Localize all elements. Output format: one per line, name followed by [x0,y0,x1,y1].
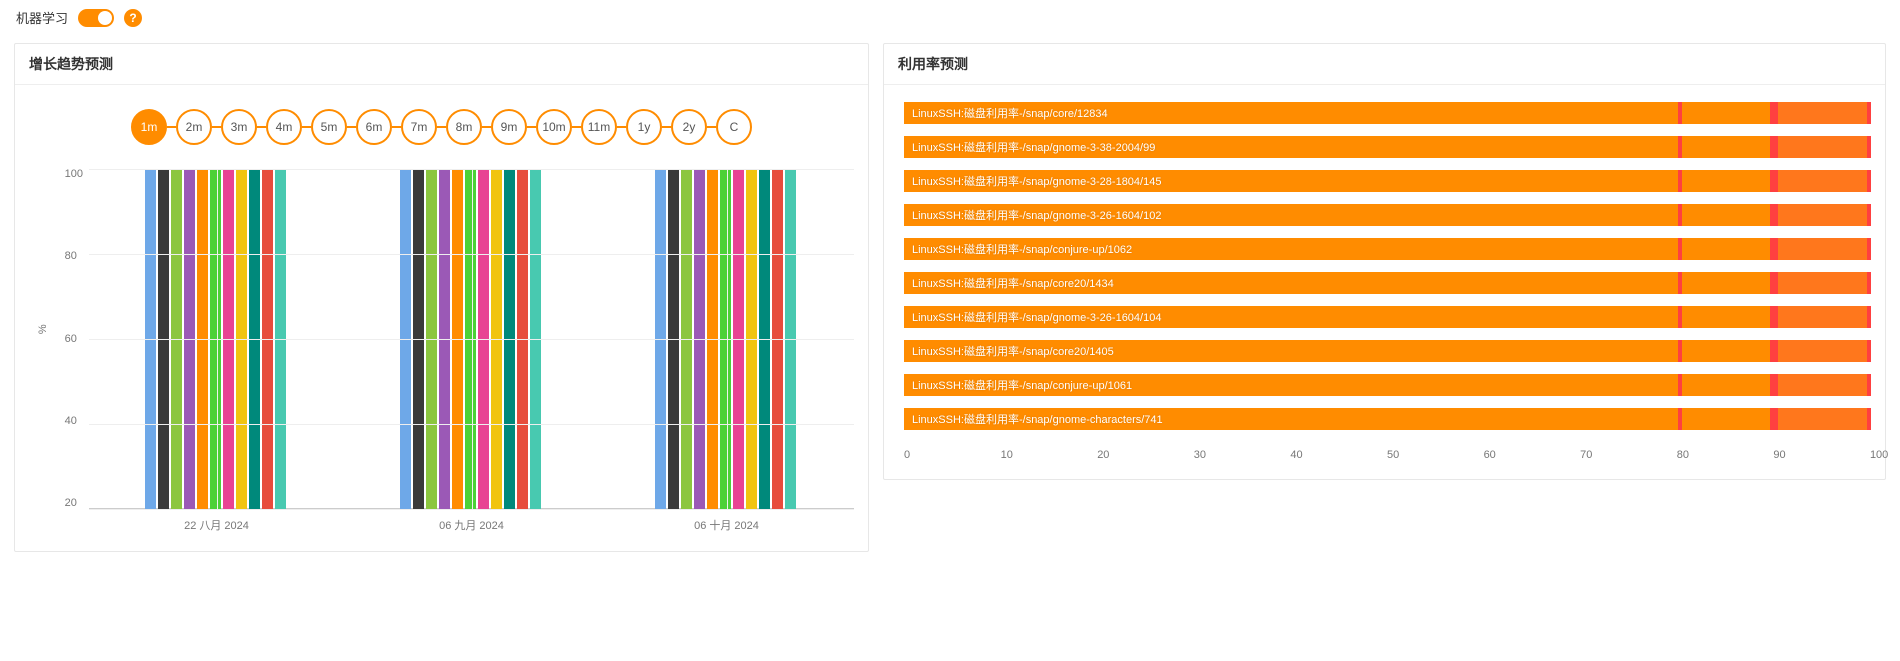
y-tick: 80 [65,251,83,262]
y-tick: 100 [65,169,83,180]
utilization-row-label: LinuxSSH:磁盘利用率-/snap/gnome-characters/74… [912,411,1163,427]
range-button-7m[interactable]: 7m [401,109,437,145]
help-icon[interactable]: ? [124,9,142,27]
growth-bar-chart: % 100 80 60 40 20 [29,169,854,509]
y-tick: 40 [65,416,83,427]
utilization-row: LinuxSSH:磁盘利用率-/snap/gnome-characters/74… [904,405,1871,433]
range-button-5m[interactable]: 5m [311,109,347,145]
utilization-row: LinuxSSH:磁盘利用率-/snap/core/12834 [904,99,1871,127]
x-tick: 22 八月 2024 [184,517,249,533]
utilization-row-label: LinuxSSH:磁盘利用率-/snap/core/12834 [912,105,1108,121]
utilization-row: LinuxSSH:磁盘利用率-/snap/conjure-up/1061 [904,371,1871,399]
hx-tick: 90 [1773,449,1870,461]
utilization-row-label: LinuxSSH:磁盘利用率-/snap/gnome-3-26-1604/102 [912,207,1161,223]
hx-tick: 0 [904,449,1001,461]
time-range-selector: 1m2m3m4m5m6m7m8m9m10m11m1y2yC [29,109,854,145]
utilization-row-label: LinuxSSH:磁盘利用率-/snap/gnome-3-28-1804/145 [912,173,1161,189]
x-tick: 06 十月 2024 [694,517,759,533]
utilization-forecast-panel: 利用率预测 LinuxSSH:磁盘利用率-/snap/core/12834Lin… [883,43,1886,480]
utilization-row: LinuxSSH:磁盘利用率-/snap/conjure-up/1062 [904,235,1871,263]
utilization-row-label: LinuxSSH:磁盘利用率-/snap/core20/1434 [912,275,1114,291]
utilization-hbar-chart: LinuxSSH:磁盘利用率-/snap/core/12834 LinuxSSH:… [898,95,1871,443]
utilization-row: LinuxSSH:磁盘利用率-/snap/gnome-3-26-1604/102 [904,201,1871,229]
hx-tick: 40 [1290,449,1387,461]
utilization-row-label: LinuxSSH:磁盘利用率-/snap/conjure-up/1061 [912,377,1132,393]
utilization-row-label: LinuxSSH:磁盘利用率-/snap/conjure-up/1062 [912,241,1132,257]
range-button-6m[interactable]: 6m [356,109,392,145]
range-button-9m[interactable]: 9m [491,109,527,145]
range-button-C[interactable]: C [716,109,752,145]
range-button-3m[interactable]: 3m [221,109,257,145]
range-button-4m[interactable]: 4m [266,109,302,145]
hx-tick: 70 [1580,449,1677,461]
hx-tick: 60 [1484,449,1581,461]
range-button-1m[interactable]: 1m [131,109,167,145]
utilization-row-label: LinuxSSH:磁盘利用率-/snap/core20/1405 [912,343,1114,359]
hx-tick: 50 [1387,449,1484,461]
utilization-row: LinuxSSH:磁盘利用率-/snap/gnome-3-28-1804/145 [904,167,1871,195]
y-axis-label: % [37,324,49,334]
ml-label: 机器学习 [16,8,68,27]
utilization-row-label: LinuxSSH:磁盘利用率-/snap/gnome-3-26-1604/104 [912,309,1161,325]
utilization-row-label: LinuxSSH:磁盘利用率-/snap/gnome-3-38-2004/99 [912,139,1155,155]
hx-tick: 30 [1194,449,1291,461]
top-bar: 机器学习 ? [0,0,1900,35]
range-button-8m[interactable]: 8m [446,109,482,145]
x-tick: 06 九月 2024 [439,517,504,533]
hx-tick: 10 [1001,449,1098,461]
utilization-row: LinuxSSH:磁盘利用率-/snap/gnome-3-38-2004/99 [904,133,1871,161]
range-button-2m[interactable]: 2m [176,109,212,145]
range-button-11m[interactable]: 11m [581,109,617,145]
hx-tick: 100 [1870,449,1871,461]
hx-tick: 80 [1677,449,1774,461]
ml-toggle[interactable] [78,9,114,27]
utilization-forecast-title: 利用率预测 [884,44,1885,85]
utilization-row: LinuxSSH:磁盘利用率-/snap/core20/1405 [904,337,1871,365]
utilization-row: LinuxSSH:磁盘利用率-/snap/core20/1434 [904,269,1871,297]
y-tick: 20 [65,498,83,509]
range-button-2y[interactable]: 2y [671,109,707,145]
y-tick: 60 [65,334,83,345]
growth-forecast-panel: 增长趋势预测 1m2m3m4m5m6m7m8m9m10m11m1y2yC % 1… [14,43,869,552]
utilization-row: LinuxSSH:磁盘利用率-/snap/gnome-3-26-1604/104 [904,303,1871,331]
hx-tick: 20 [1097,449,1194,461]
range-button-10m[interactable]: 10m [536,109,572,145]
growth-forecast-title: 增长趋势预测 [15,44,868,85]
range-button-1y[interactable]: 1y [626,109,662,145]
